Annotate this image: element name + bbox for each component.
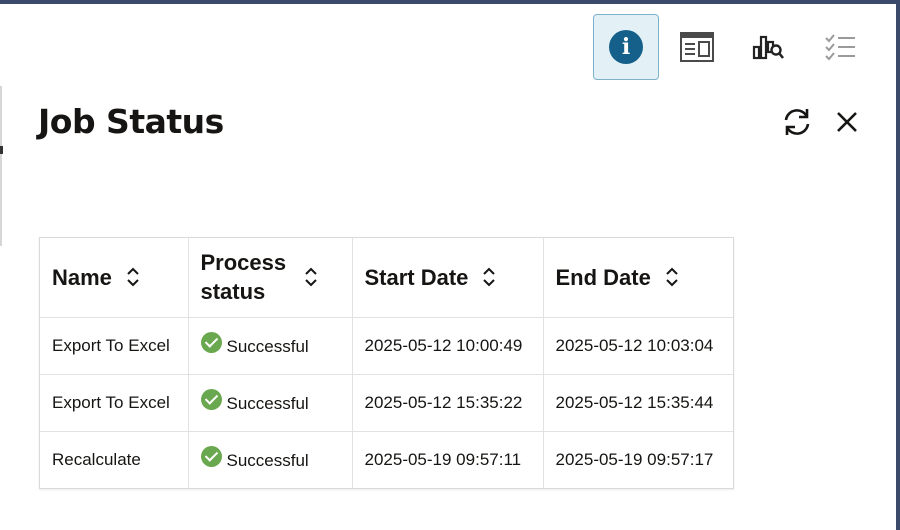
job-name-cell: Export To Excel (40, 317, 189, 375)
chart-search-icon (752, 35, 785, 60)
column-header-name[interactable]: Name (40, 238, 189, 318)
refresh-button[interactable] (779, 104, 815, 140)
start-date-cell: 2025-05-12 10:00:49 (352, 317, 544, 375)
sort-icon[interactable] (665, 266, 679, 288)
close-icon (837, 112, 857, 132)
column-header-end-date[interactable]: End Date (543, 238, 733, 318)
details-panel-icon (680, 32, 714, 62)
table-header-row: Name Process status Start Date End Date (40, 238, 733, 318)
refresh-icon (784, 109, 810, 135)
info-icon: i (609, 30, 643, 64)
chart-search-button[interactable] (736, 14, 802, 80)
left-pane-marker (0, 146, 3, 154)
table-row[interactable]: Recalculate Successful 2025-05-19 09:57:… (40, 431, 733, 488)
app-frame: i Job Status Name Process status Start D… (0, 0, 900, 530)
panel-title: Job Status (38, 102, 224, 141)
left-pane-edge (0, 86, 2, 246)
success-check-icon (200, 332, 222, 353)
checklist-icon (825, 34, 855, 61)
table-row[interactable]: Export To Excel Successful 2025-05-12 15… (40, 374, 733, 432)
sort-icon[interactable] (126, 266, 140, 288)
job-status-table: Name Process status Start Date End Date … (39, 237, 734, 489)
checklist-button[interactable] (808, 14, 874, 80)
success-check-icon (200, 389, 222, 410)
column-header-start-date[interactable]: Start Date (352, 238, 544, 318)
sort-icon[interactable] (482, 266, 496, 288)
table-row[interactable]: Export To Excel Successful 2025-05-12 10… (40, 317, 733, 375)
close-button[interactable] (829, 104, 865, 140)
job-name-cell: Export To Excel (40, 374, 189, 432)
end-date-cell: 2025-05-19 09:57:17 (555, 449, 714, 469)
info-button[interactable]: i (593, 14, 659, 80)
start-date-cell: 2025-05-12 15:35:22 (352, 374, 544, 432)
sort-icon[interactable] (304, 266, 318, 288)
details-panel-button[interactable] (664, 14, 730, 80)
success-check-icon (200, 446, 222, 468)
start-date-cell: 2025-05-19 09:57:11 (352, 431, 544, 488)
process-status-cell: Successful (188, 374, 353, 432)
column-header-process-status[interactable]: Process status (188, 238, 353, 318)
process-status-cell: Successful (188, 431, 353, 488)
end-date-cell: 2025-05-12 10:03:04 (543, 317, 733, 375)
job-name-cell: Recalculate (40, 431, 189, 488)
end-date-cell: 2025-05-12 15:35:44 (543, 374, 733, 432)
process-status-cell: Successful (188, 317, 353, 375)
